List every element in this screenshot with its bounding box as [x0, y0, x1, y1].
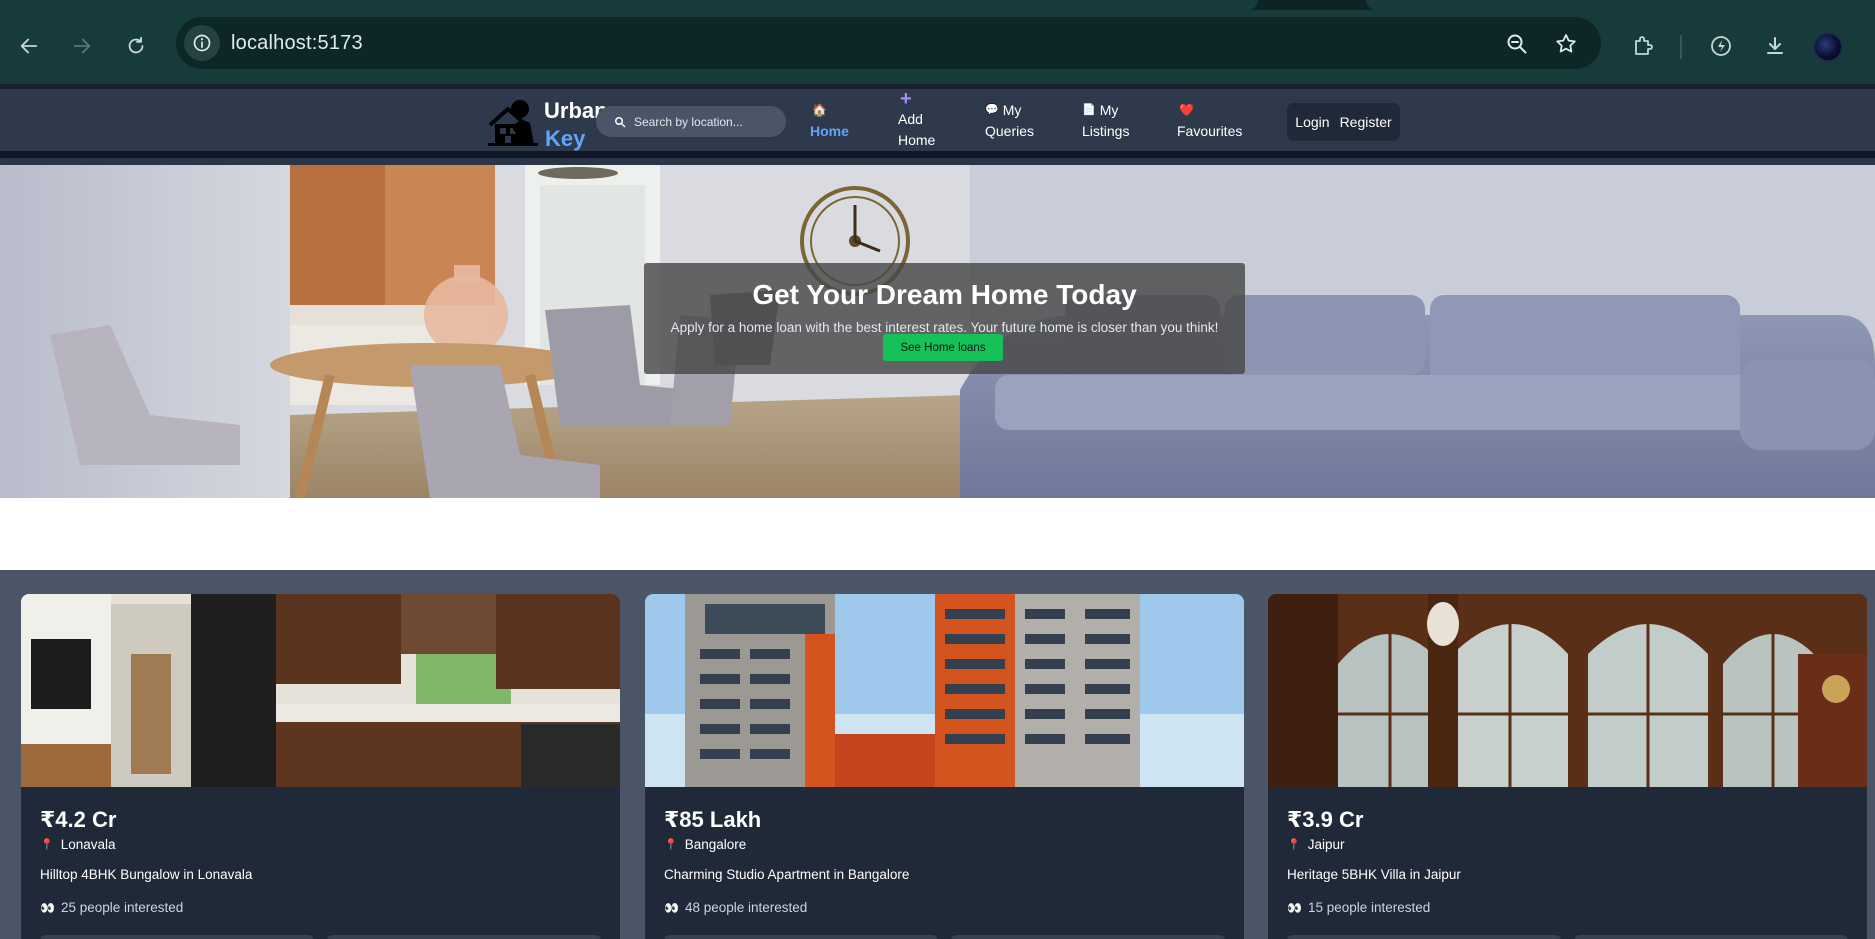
nav-my-listings-label-2: Listings [1082, 123, 1130, 139]
pin-icon: 📍 [1287, 839, 1301, 851]
download-icon[interactable] [1759, 30, 1791, 62]
browser-toolbar: localhost:5173 [0, 10, 1875, 84]
search-input[interactable] [634, 114, 784, 129]
search-icon [615, 116, 626, 127]
reload-icon[interactable] [120, 30, 152, 62]
spacer-band [0, 498, 1875, 570]
listing-action-button[interactable] [664, 935, 938, 939]
login-button[interactable]: Login [1295, 114, 1329, 130]
listing-interest-text: 15 people interested [1307, 900, 1431, 915]
nav-favourites-label: Favourites [1177, 123, 1243, 139]
home-icon: 🏠 [812, 103, 827, 117]
listing-price: ₹85 Lakh [664, 807, 762, 832]
eyes-icon: 👀 [40, 900, 55, 915]
speech-bubble-icon: 💬 [985, 104, 999, 116]
listing-location-text: Lonavala [60, 837, 116, 852]
nav-my-listings-label-1: My [1099, 102, 1119, 118]
listing-location-text: Bangalore [684, 837, 747, 852]
zoom-out-icon[interactable] [1504, 31, 1530, 57]
hero-promo-card: Get Your Dream Home Today Apply for a ho… [644, 263, 1245, 374]
listing-card[interactable]: ₹4.2 Cr 📍 Lonavala Hilltop 4BHK Bungalow… [21, 594, 620, 939]
auth-box: Login Register [1287, 103, 1400, 141]
listing-card[interactable]: ₹85 Lakh 📍 Bangalore Charming Studio Apa… [645, 594, 1244, 939]
nav-favourites[interactable]: ❤️ Favourites [1177, 100, 1242, 142]
inactive-tab[interactable] [1366, 0, 1875, 10]
active-tab[interactable] [0, 0, 1258, 10]
info-icon[interactable] [184, 25, 220, 61]
listing-action-button[interactable] [40, 935, 314, 939]
nav-home[interactable]: 🏠 Home [810, 100, 849, 142]
hero-subtitle: Apply for a home loan with the best inte… [670, 320, 1219, 335]
listing-interest: 👀 15 people interested [1287, 900, 1430, 915]
listing-image-villa[interactable] [1268, 594, 1867, 787]
eyes-icon: 👀 [664, 900, 679, 915]
listing-image-kitchen[interactable] [21, 594, 620, 787]
document-icon: 📄 [1082, 104, 1096, 116]
star-icon[interactable] [1553, 31, 1579, 57]
listing-action-button[interactable] [951, 935, 1225, 939]
listing-location: 📍 Jaipur [1287, 837, 1344, 852]
performance-icon[interactable] [1705, 30, 1737, 62]
avatar[interactable] [1813, 32, 1843, 62]
nav-add-home-label-1: Add [898, 111, 923, 127]
listing-price: ₹4.2 Cr [40, 807, 117, 832]
nav-add-home-label-2: Home [898, 132, 936, 148]
listing-location: 📍 Bangalore [664, 837, 746, 852]
url-text[interactable]: localhost:5173 [231, 32, 363, 55]
listing-interest: 👀 25 people interested [40, 900, 183, 915]
eyes-icon: 👀 [1287, 900, 1302, 915]
hero-title: Get Your Dream Home Today [752, 279, 1137, 310]
listing-card[interactable]: ₹3.9 Cr 📍 Jaipur Heritage 5BHK Villa in … [1268, 594, 1867, 939]
see-home-loans-button[interactable]: See Home loans [883, 334, 1003, 361]
nav-my-listings[interactable]: 📄 My Listings [1082, 100, 1129, 142]
listing-interest-text: 48 people interested [684, 900, 808, 915]
pin-icon: 📍 [40, 839, 54, 851]
nav-home-label: Home [810, 123, 849, 139]
nav-add-home[interactable]: + Add Home [898, 89, 935, 151]
toolbar-divider [1680, 35, 1682, 59]
listing-title[interactable]: Hilltop 4BHK Bungalow in Lonavala [40, 867, 252, 882]
listing-location: 📍 Lonavala [40, 837, 116, 852]
nav-my-queries-label-2: Queries [985, 123, 1035, 139]
location-search[interactable] [596, 106, 786, 137]
site-navbar: Urban Key 🏠 Home + Add Home 💬 My Queries… [0, 84, 1875, 158]
plus-icon: + [900, 88, 912, 110]
listing-image-apartment[interactable] [645, 594, 1244, 787]
pin-icon: 📍 [664, 839, 678, 851]
tab-strip [0, 0, 1875, 10]
address-bar[interactable]: localhost:5173 [176, 17, 1601, 69]
forward-arrow-icon[interactable] [66, 30, 98, 62]
register-button[interactable]: Register [1340, 114, 1392, 130]
listing-interest-text: 25 people interested [60, 900, 184, 915]
listing-price: ₹3.9 Cr [1287, 807, 1364, 832]
listing-action-button[interactable] [327, 935, 601, 939]
nav-my-queries[interactable]: 💬 My Queries [985, 100, 1034, 142]
puzzle-icon[interactable] [1627, 30, 1659, 62]
brand-name-key[interactable]: Key [545, 126, 585, 152]
listing-title[interactable]: Charming Studio Apartment in Bangalore [664, 867, 909, 882]
listing-action-button[interactable] [1287, 935, 1561, 939]
house-logo-icon[interactable] [486, 97, 540, 149]
listing-title[interactable]: Heritage 5BHK Villa in Jaipur [1287, 867, 1461, 882]
heart-icon: ❤️ [1179, 103, 1194, 117]
listing-location-text: Jaipur [1307, 837, 1345, 852]
listing-interest: 👀 48 people interested [664, 900, 807, 915]
nav-my-queries-label-1: My [1002, 102, 1022, 118]
hero-banner: Get Your Dream Home Today Apply for a ho… [0, 165, 1875, 498]
listings-section: ₹4.2 Cr 📍 Lonavala Hilltop 4BHK Bungalow… [0, 570, 1875, 939]
back-arrow-icon[interactable] [13, 30, 45, 62]
listing-action-button[interactable] [1574, 935, 1848, 939]
